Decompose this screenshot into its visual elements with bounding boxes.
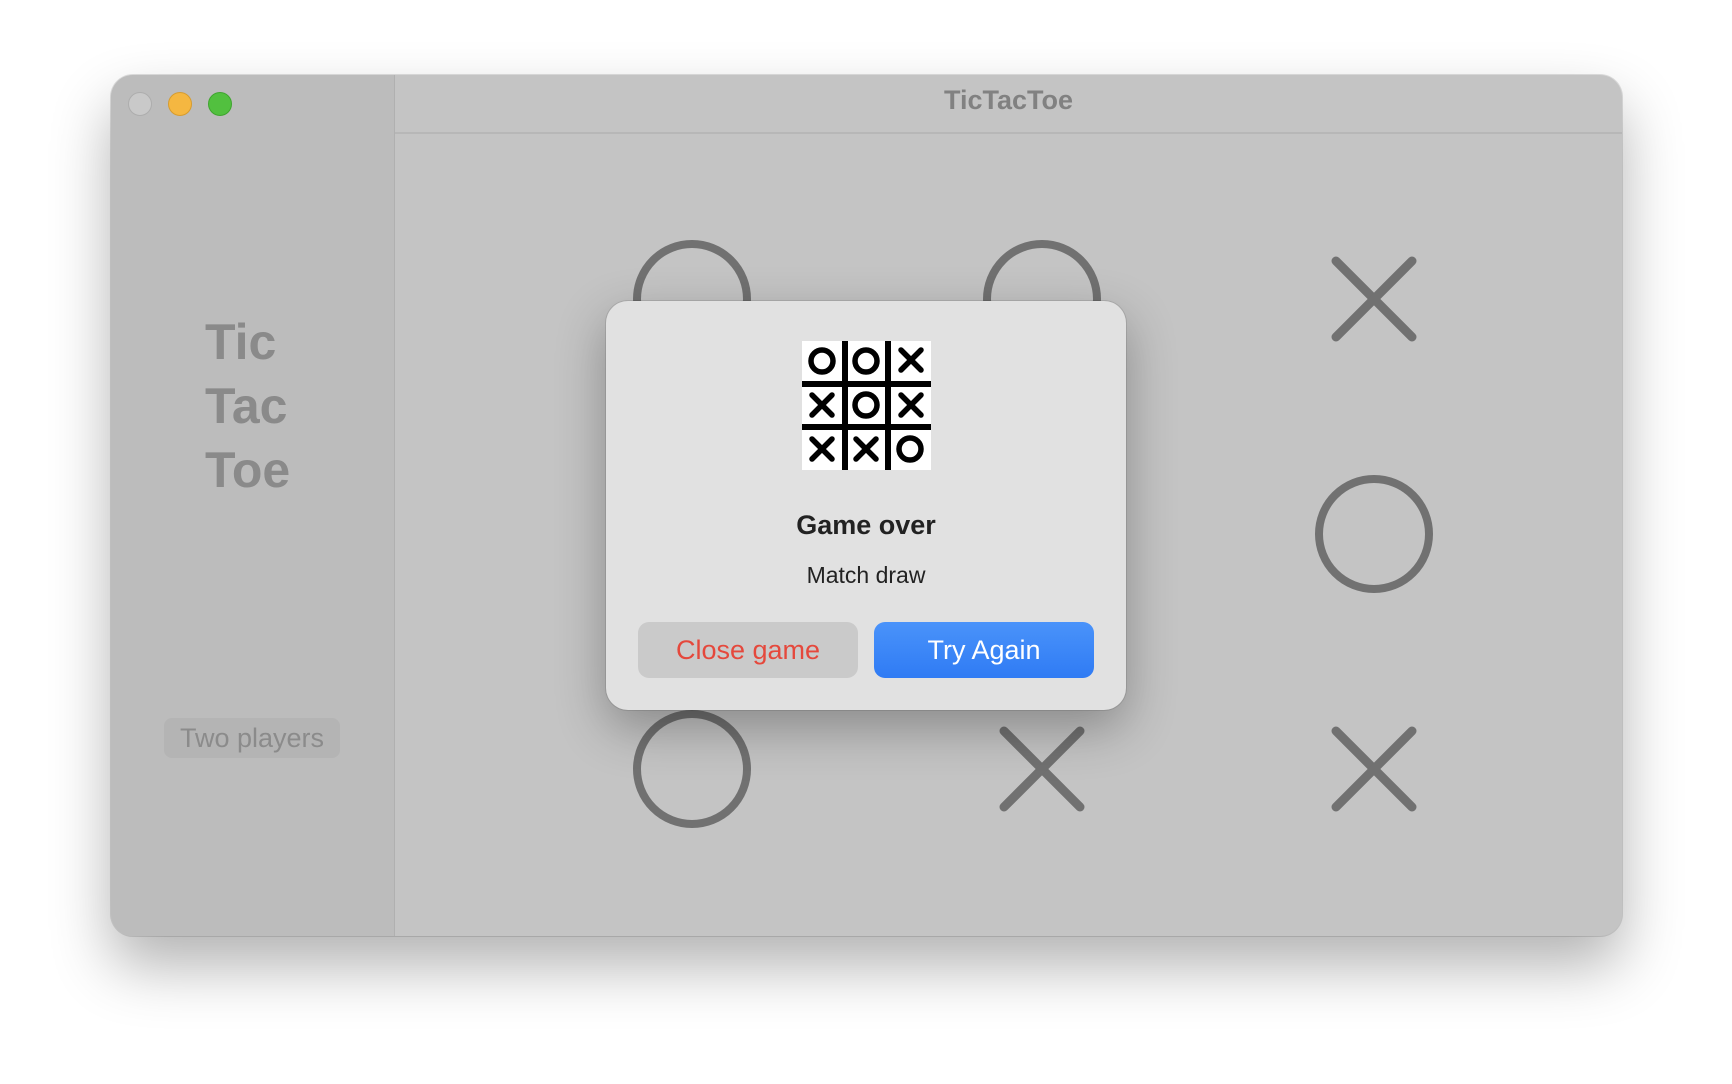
sidebar-title-line: Toe — [205, 442, 291, 498]
try-again-button[interactable]: Try Again — [874, 622, 1094, 678]
o-mark-icon — [633, 710, 751, 828]
dialog-message: Match draw — [806, 562, 926, 588]
o-mark-icon — [1315, 475, 1433, 593]
tic-tac-toe-board-icon — [802, 341, 931, 470]
board-cell[interactable] — [622, 699, 762, 839]
board-cell[interactable] — [1304, 229, 1444, 369]
game-over-dialog: Game over Match draw Close game Try Agai… — [606, 301, 1126, 710]
x-mark-icon — [1331, 726, 1417, 812]
board-cell[interactable] — [1304, 464, 1444, 604]
titlebar: TicTacToe — [395, 75, 1622, 134]
minimize-window-button[interactable] — [168, 92, 192, 116]
sidebar-title: Tic Tac Toe — [205, 310, 290, 502]
zoom-window-button[interactable] — [208, 92, 232, 116]
sidebar-title-line: Tac — [205, 378, 288, 434]
board-cell[interactable] — [1304, 699, 1444, 839]
close-window-button[interactable] — [128, 92, 152, 116]
game-mode-button[interactable]: Two players — [164, 718, 340, 758]
sidebar: Tic Tac Toe Two players — [111, 75, 395, 936]
x-mark-icon — [999, 726, 1085, 812]
x-mark-icon — [1331, 256, 1417, 342]
dialog-title: Game over — [796, 510, 936, 540]
close-game-button[interactable]: Close game — [638, 622, 858, 678]
board-cell[interactable] — [972, 699, 1112, 839]
window-title: TicTacToe — [943, 85, 1074, 115]
sidebar-title-line: Tic — [205, 314, 277, 370]
